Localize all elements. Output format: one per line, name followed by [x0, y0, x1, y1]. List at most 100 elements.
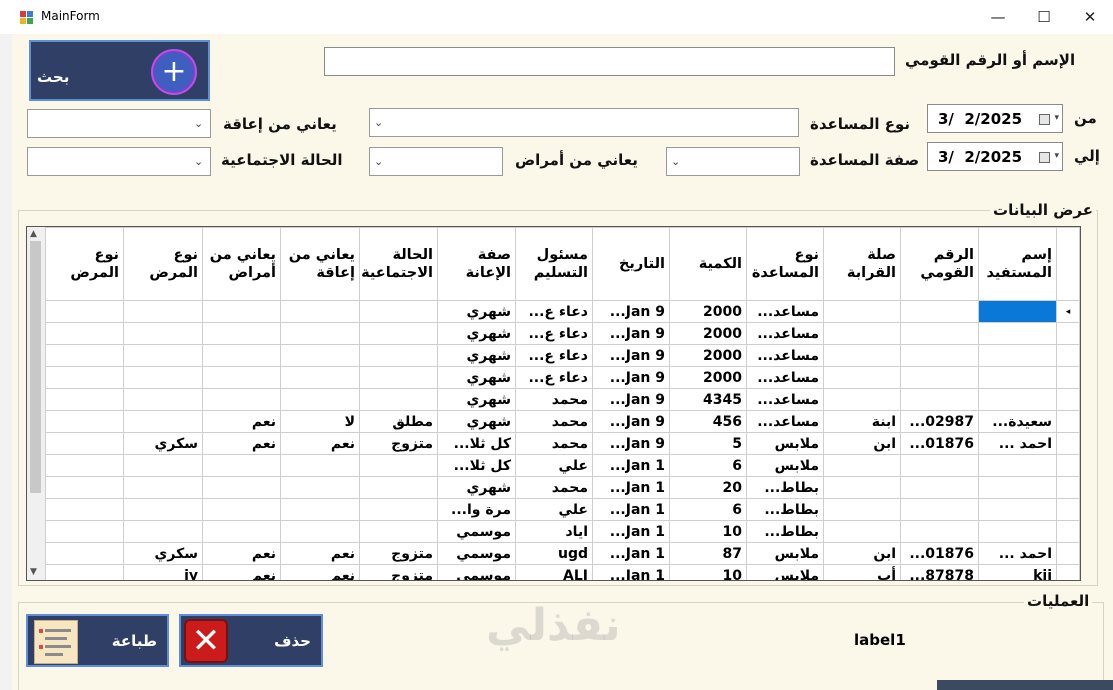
table-cell[interactable]: 456	[669, 410, 747, 433]
table-cell[interactable]	[823, 300, 901, 323]
table-cell[interactable]	[123, 300, 203, 323]
table-cell[interactable]	[978, 476, 1057, 499]
table-cell[interactable]: مساعد...	[746, 300, 824, 323]
table-cell[interactable]: 01876...	[900, 432, 979, 455]
table-cell[interactable]	[45, 300, 124, 323]
table-cell[interactable]: علي	[515, 454, 593, 477]
table-cell[interactable]: ALI	[515, 564, 593, 580]
column-header[interactable]: الرقم القومي	[900, 227, 979, 301]
table-cell[interactable]	[280, 344, 360, 367]
data-grid[interactable]: ▲ ▼ نوع المرض نوع المرض يعاني من أمراض يعان…	[26, 226, 1081, 581]
table-cell[interactable]: 20	[669, 476, 747, 499]
social-status-select[interactable]: ⌄	[27, 147, 211, 176]
table-cell[interactable]	[978, 366, 1057, 389]
table-cell[interactable]: بطاط...	[746, 476, 824, 499]
table-cell[interactable]: محمد	[515, 410, 593, 433]
table-cell[interactable]	[280, 300, 360, 323]
table-cell[interactable]: نعم	[202, 564, 281, 580]
table-cell[interactable]: 9 Jan...	[592, 344, 670, 367]
data-table[interactable]: نوع المرض نوع المرض يعاني من أمراض يعاني من…	[45, 227, 1080, 580]
table-cell[interactable]: 1 Jan...	[592, 542, 670, 565]
table-cell[interactable]: ugd	[515, 542, 593, 565]
table-cell[interactable]: مساعد...	[746, 344, 824, 367]
table-cell[interactable]	[202, 388, 281, 411]
table-cell[interactable]: دعاء ع...	[515, 366, 593, 389]
table-cell[interactable]: 02987...	[900, 410, 979, 433]
table-cell[interactable]	[823, 322, 901, 345]
table-cell[interactable]: شهري	[437, 476, 516, 499]
table-cell[interactable]: ملابس	[746, 432, 824, 455]
table-cell[interactable]: دعاء ع...	[515, 322, 593, 345]
table-cell[interactable]: سكري	[123, 542, 203, 565]
table-row[interactable]: سكري نعم نعم متزوج موسمي ugd 1 Jan... 87 ملابس اب…	[45, 542, 1080, 565]
table-cell[interactable]: نعم	[202, 542, 281, 565]
table-cell[interactable]	[823, 520, 901, 543]
table-cell[interactable]: محمد	[515, 388, 593, 411]
close-button[interactable]: ✕	[1067, 0, 1113, 34]
table-cell[interactable]	[123, 388, 203, 411]
table-cell[interactable]	[900, 454, 979, 477]
table-cell[interactable]	[978, 388, 1057, 411]
table-cell[interactable]: نعم	[280, 432, 360, 455]
table-cell[interactable]: 9 Jan...	[592, 388, 670, 411]
table-cell[interactable]	[280, 498, 360, 521]
column-header[interactable]: صلة القرابة	[823, 227, 901, 301]
row-header[interactable]	[1056, 432, 1080, 455]
table-cell[interactable]: ملابس	[746, 454, 824, 477]
table-cell[interactable]	[978, 344, 1057, 367]
table-cell[interactable]	[202, 498, 281, 521]
column-header[interactable]: الكمية	[669, 227, 747, 301]
table-cell[interactable]	[823, 476, 901, 499]
table-cell[interactable]: لا	[280, 410, 360, 433]
table-cell[interactable]: شهري	[437, 300, 516, 323]
row-header[interactable]	[1056, 476, 1080, 499]
table-row[interactable]: نعم لا مطلق شهري محمد 9 Jan... 456 مساعد... ابنة…	[45, 410, 1080, 433]
table-cell[interactable]: ابن	[823, 542, 901, 565]
table-cell[interactable]: 6	[669, 454, 747, 477]
row-header[interactable]	[1056, 344, 1080, 367]
table-cell[interactable]: 87878...	[900, 564, 979, 580]
table-cell[interactable]	[359, 366, 438, 389]
column-header[interactable]: نوع المساعدة	[746, 227, 824, 301]
table-cell[interactable]	[45, 366, 124, 389]
table-cell[interactable]: 1 Jan...	[592, 454, 670, 477]
table-cell[interactable]	[900, 300, 979, 323]
table-cell[interactable]: ملابس	[746, 564, 824, 580]
table-cell[interactable]: أب	[823, 564, 901, 580]
column-header[interactable]: يعاني من أمراض	[202, 227, 281, 301]
scrollbar-thumb[interactable]	[30, 241, 41, 493]
row-header[interactable]	[1056, 564, 1080, 580]
table-cell[interactable]: 10	[669, 564, 747, 580]
table-cell[interactable]: كل ثلا...	[437, 432, 516, 455]
table-cell[interactable]	[123, 322, 203, 345]
row-header[interactable]	[1056, 520, 1080, 543]
table-cell[interactable]	[45, 322, 124, 345]
table-cell[interactable]: 9 Jan...	[592, 366, 670, 389]
table-cell[interactable]: سكري	[123, 432, 203, 455]
table-row[interactable]: موسمي اياد 1 Jan... 10 بطاط...	[45, 520, 1080, 543]
table-cell[interactable]: jy	[123, 564, 203, 580]
table-cell[interactable]: احمد ...	[978, 432, 1057, 455]
table-cell[interactable]	[123, 476, 203, 499]
row-header[interactable]	[1056, 454, 1080, 477]
table-cell[interactable]: مرة وا...	[437, 498, 516, 521]
table-cell[interactable]: ابن	[823, 432, 901, 455]
table-cell[interactable]	[900, 520, 979, 543]
table-cell[interactable]: شهري	[437, 388, 516, 411]
table-cell[interactable]	[359, 498, 438, 521]
table-cell[interactable]: شهري	[437, 410, 516, 433]
table-row[interactable]: شهري دعاء ع... 9 Jan... 2000 مساعد... ◂	[45, 300, 1080, 323]
table-cell[interactable]: شهري	[437, 322, 516, 345]
disability-select[interactable]: ⌄	[27, 109, 211, 138]
dropdown-arrow-icon[interactable]: ▾	[1054, 151, 1059, 161]
table-cell[interactable]	[123, 344, 203, 367]
table-cell[interactable]	[900, 388, 979, 411]
disease-select[interactable]: ⌄	[369, 147, 503, 176]
table-cell[interactable]	[900, 498, 979, 521]
vertical-scrollbar[interactable]: ▲ ▼	[27, 227, 45, 580]
table-cell[interactable]	[978, 322, 1057, 345]
name-or-id-input[interactable]	[324, 47, 895, 76]
table-cell[interactable]: نعم	[202, 432, 281, 455]
table-cell[interactable]: احمد ...	[978, 542, 1057, 565]
table-cell[interactable]: محمد	[515, 432, 593, 455]
